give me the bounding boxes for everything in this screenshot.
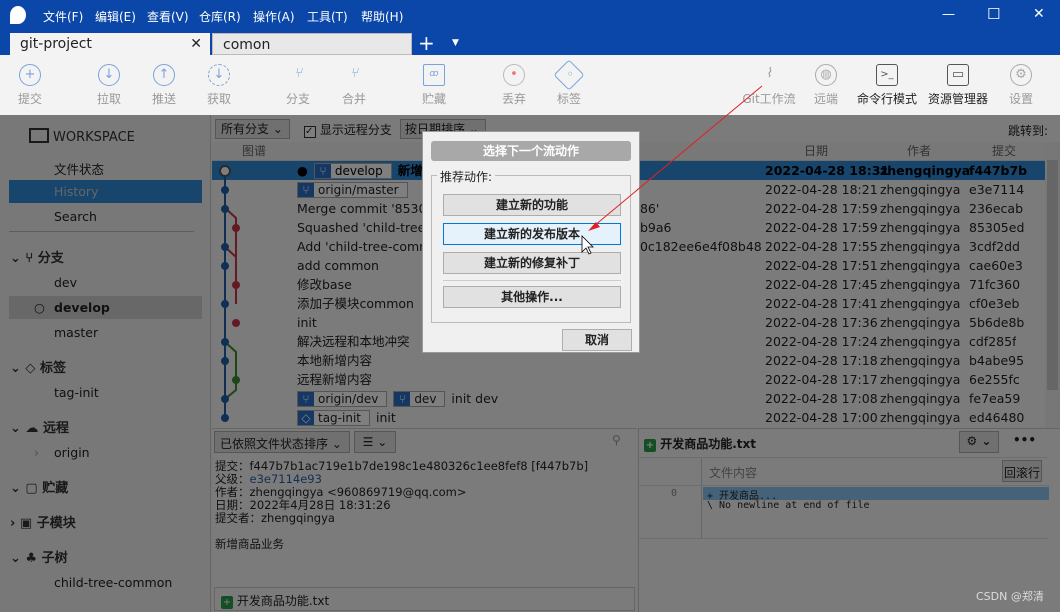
maximize-button[interactable]: ☐	[987, 5, 1000, 23]
tab-git-project[interactable]: git-project ✕	[10, 33, 210, 55]
git-flow-icon: ⌇	[765, 66, 773, 81]
new-tab-icon[interactable]: +	[418, 31, 435, 55]
discard-icon: •	[503, 64, 525, 86]
menu-item[interactable]: 工具(T)	[307, 8, 348, 25]
cancel-button[interactable]: 取消	[562, 329, 632, 351]
arrow-down-icon: ↓	[98, 64, 120, 86]
stash-button[interactable]: ꝏ 贮藏	[404, 55, 464, 115]
arrow-up-icon: ↑	[153, 64, 175, 86]
terminal-icon: >_	[876, 64, 898, 86]
tag-icon: ◦	[553, 59, 585, 91]
tab-comon[interactable]: comon	[212, 33, 412, 55]
fetch-button[interactable]: ↓ 获取	[189, 55, 249, 115]
stash-icon: ꝏ	[423, 64, 445, 86]
menu-item[interactable]: 编辑(E)	[95, 8, 136, 25]
fetch-icon: ↓	[208, 64, 230, 86]
new-feature-button[interactable]: 建立新的功能	[443, 194, 621, 216]
minimize-button[interactable]: —	[942, 7, 955, 22]
git-flow-button[interactable]: ⌇ Git工作流	[737, 55, 801, 115]
globe-icon: ◍	[815, 64, 837, 86]
toolbar: + 提交 ↓ 拉取 ↑ 推送 ↓ 获取 ⑂ 分支 ⑂ 合并 ꝏ 贮藏 • 丢弃 ◦ 标签 ⌇ Git…	[0, 55, 1060, 115]
plus-icon: +	[19, 64, 41, 86]
pull-button[interactable]: ↓ 拉取	[79, 55, 139, 115]
settings-button[interactable]: ⚙ 设置	[991, 55, 1051, 115]
group-label: 推荐动作:	[437, 168, 496, 185]
watermark: CSDN @郑清	[976, 590, 1044, 603]
discard-button[interactable]: • 丢弃	[484, 55, 544, 115]
merge-button[interactable]: ⑂ 合并	[324, 55, 384, 115]
explorer-button[interactable]: ▭ 资源管理器	[924, 55, 992, 115]
close-tab-icon[interactable]: ✕	[190, 36, 202, 52]
branch-icon: ⑂	[294, 66, 302, 81]
remote-button[interactable]: ◍ 远端	[796, 55, 856, 115]
folder-icon: ▭	[947, 64, 969, 86]
new-release-button[interactable]: 建立新的发布版本	[443, 223, 621, 245]
gear-icon: ⚙	[1010, 64, 1032, 86]
close-window-button[interactable]: ✕	[1033, 6, 1045, 22]
push-button[interactable]: ↑ 推送	[134, 55, 194, 115]
menu-item[interactable]: 操作(A)	[253, 8, 295, 25]
sourcetree-logo	[10, 6, 26, 24]
tab-dropdown-icon[interactable]: ▼	[452, 38, 459, 48]
menu-item[interactable]: 仓库(R)	[199, 8, 241, 25]
merge-icon: ⑂	[350, 66, 358, 81]
title-bar: 文件(F) 编辑(E) 查看(V) 仓库(R) 操作(A) 工具(T) 帮助(H) — ☐ …	[0, 0, 1060, 55]
menu-item[interactable]: 文件(F)	[43, 8, 83, 25]
menu-item[interactable]: 帮助(H)	[361, 8, 403, 25]
new-hotfix-button[interactable]: 建立新的修复补丁	[443, 252, 621, 274]
terminal-button[interactable]: >_ 命令行模式	[854, 55, 920, 115]
other-actions-button[interactable]: 其他操作...	[443, 286, 621, 308]
dialog-title: 选择下一个流动作	[431, 141, 631, 161]
branch-button[interactable]: ⑂ 分支	[268, 55, 328, 115]
commit-button[interactable]: + 提交	[0, 55, 60, 115]
tag-button[interactable]: ◦ 标签	[539, 55, 599, 115]
git-flow-dialog: 选择下一个流动作 推荐动作: 建立新的功能 建立新的发布版本 建立新的修复补丁 …	[422, 131, 640, 353]
menu-item[interactable]: 查看(V)	[147, 8, 189, 25]
